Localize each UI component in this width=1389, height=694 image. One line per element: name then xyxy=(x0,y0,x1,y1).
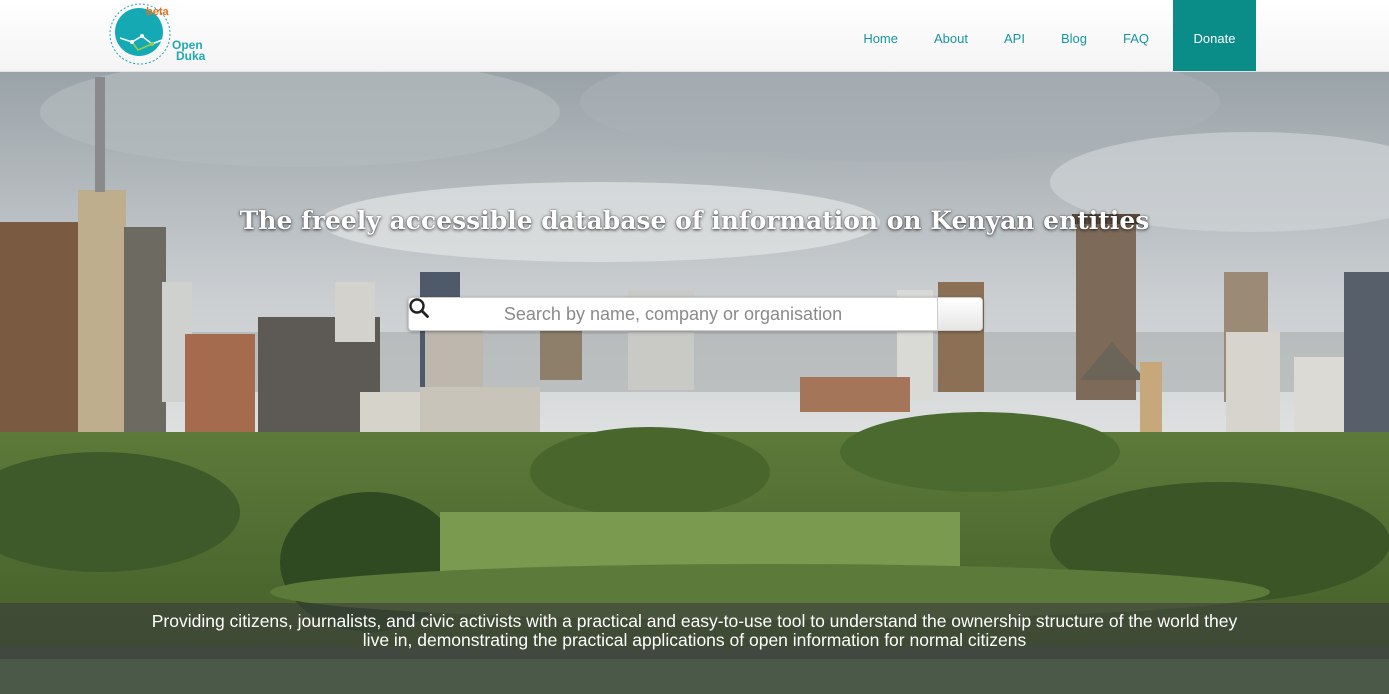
logo[interactable]: beta Open Duka xyxy=(108,2,208,66)
mission-banner: Providing citizens, journalists, and civ… xyxy=(0,603,1389,659)
logo-text-line2: Duka xyxy=(176,49,206,63)
nav-api[interactable]: API xyxy=(986,6,1043,71)
nav-about[interactable]: About xyxy=(916,6,986,71)
donate-button[interactable]: Donate xyxy=(1173,0,1256,71)
search-input[interactable] xyxy=(408,297,937,331)
mission-text: Providing citizens, journalists, and civ… xyxy=(151,611,1238,650)
hero-background-image xyxy=(0,72,1389,694)
nav-home[interactable]: Home xyxy=(845,6,916,71)
search-button[interactable] xyxy=(409,297,983,331)
logo-text: Open Duka xyxy=(172,39,206,63)
main-nav: Home About API Blog FAQ Donate xyxy=(845,0,1256,71)
hero-tagline: The freely accessible database of inform… xyxy=(239,206,1150,235)
search-icon xyxy=(409,298,429,318)
search-form xyxy=(408,297,983,331)
nav-blog[interactable]: Blog xyxy=(1043,6,1105,71)
nav-faq[interactable]: FAQ xyxy=(1105,6,1167,71)
beta-badge: beta xyxy=(146,6,169,18)
hero: The freely accessible database of inform… xyxy=(0,72,1389,694)
site-header: beta Open Duka Home About API Blog FAQ D… xyxy=(0,0,1389,72)
